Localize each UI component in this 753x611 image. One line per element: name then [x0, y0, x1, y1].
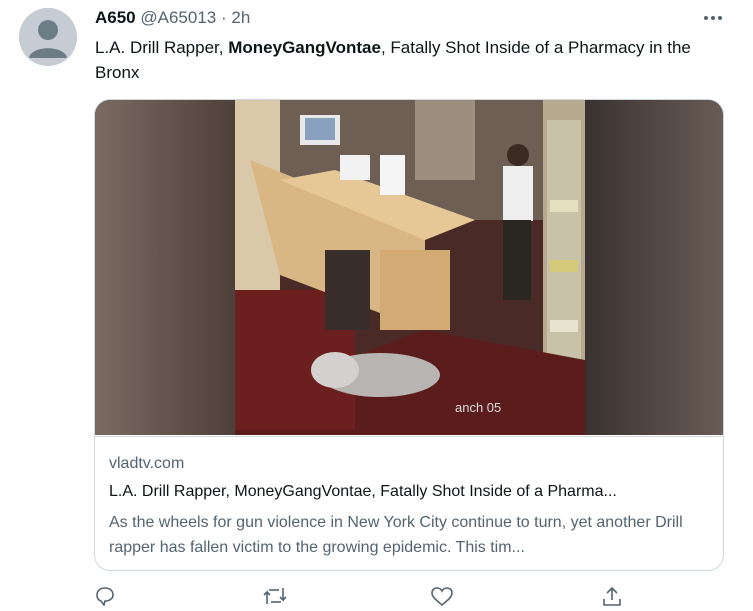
tweet-header: A650 @A65013 · 2h — [95, 8, 250, 28]
tweet-text-bold: MoneyGangVontae — [228, 38, 381, 57]
avatar-default-icon — [19, 8, 77, 66]
like-icon — [431, 587, 453, 607]
retweet-icon — [263, 588, 287, 604]
media-overlay-text: anch 05 — [455, 400, 501, 415]
card-domain: vladtv.com — [109, 455, 185, 472]
tweet-time[interactable]: 2h — [231, 8, 250, 27]
card-info[interactable]: vladtv.com L.A. Drill Rapper, MoneyGangV… — [95, 436, 723, 570]
reply-button[interactable] — [94, 586, 120, 607]
tweet[interactable]: A650 @A65013 · 2h L.A. Drill Rapper, Mon… — [0, 0, 753, 607]
card-media[interactable]: anch 05 — [95, 100, 723, 435]
author-name[interactable]: A650 — [95, 8, 136, 27]
share-button[interactable] — [600, 586, 626, 606]
retweet-button[interactable] — [262, 586, 288, 606]
tweet-text-start: L.A. Drill Rapper, — [95, 38, 229, 57]
card-title: L.A. Drill Rapper, MoneyGangVontae, Fata… — [109, 483, 617, 500]
card-image: anch 05 — [95, 100, 723, 435]
share-icon — [603, 586, 621, 606]
like-button[interactable] — [430, 586, 456, 607]
tweet-actions — [94, 586, 654, 607]
link-card[interactable]: anch 05 vladtv.com L.A. Drill Rapper, Mo… — [94, 99, 724, 571]
avatar[interactable] — [19, 8, 77, 66]
more-button[interactable] — [700, 8, 726, 28]
author-handle[interactable]: @A65013 — [140, 8, 216, 27]
tweet-text: L.A. Drill Rapper, MoneyGangVontae, Fata… — [95, 35, 735, 85]
reply-icon — [96, 587, 114, 607]
separator-dot: · — [220, 8, 227, 27]
more-icon — [704, 16, 722, 20]
card-description: As the wheels for gun violence in New Yo… — [109, 514, 683, 556]
